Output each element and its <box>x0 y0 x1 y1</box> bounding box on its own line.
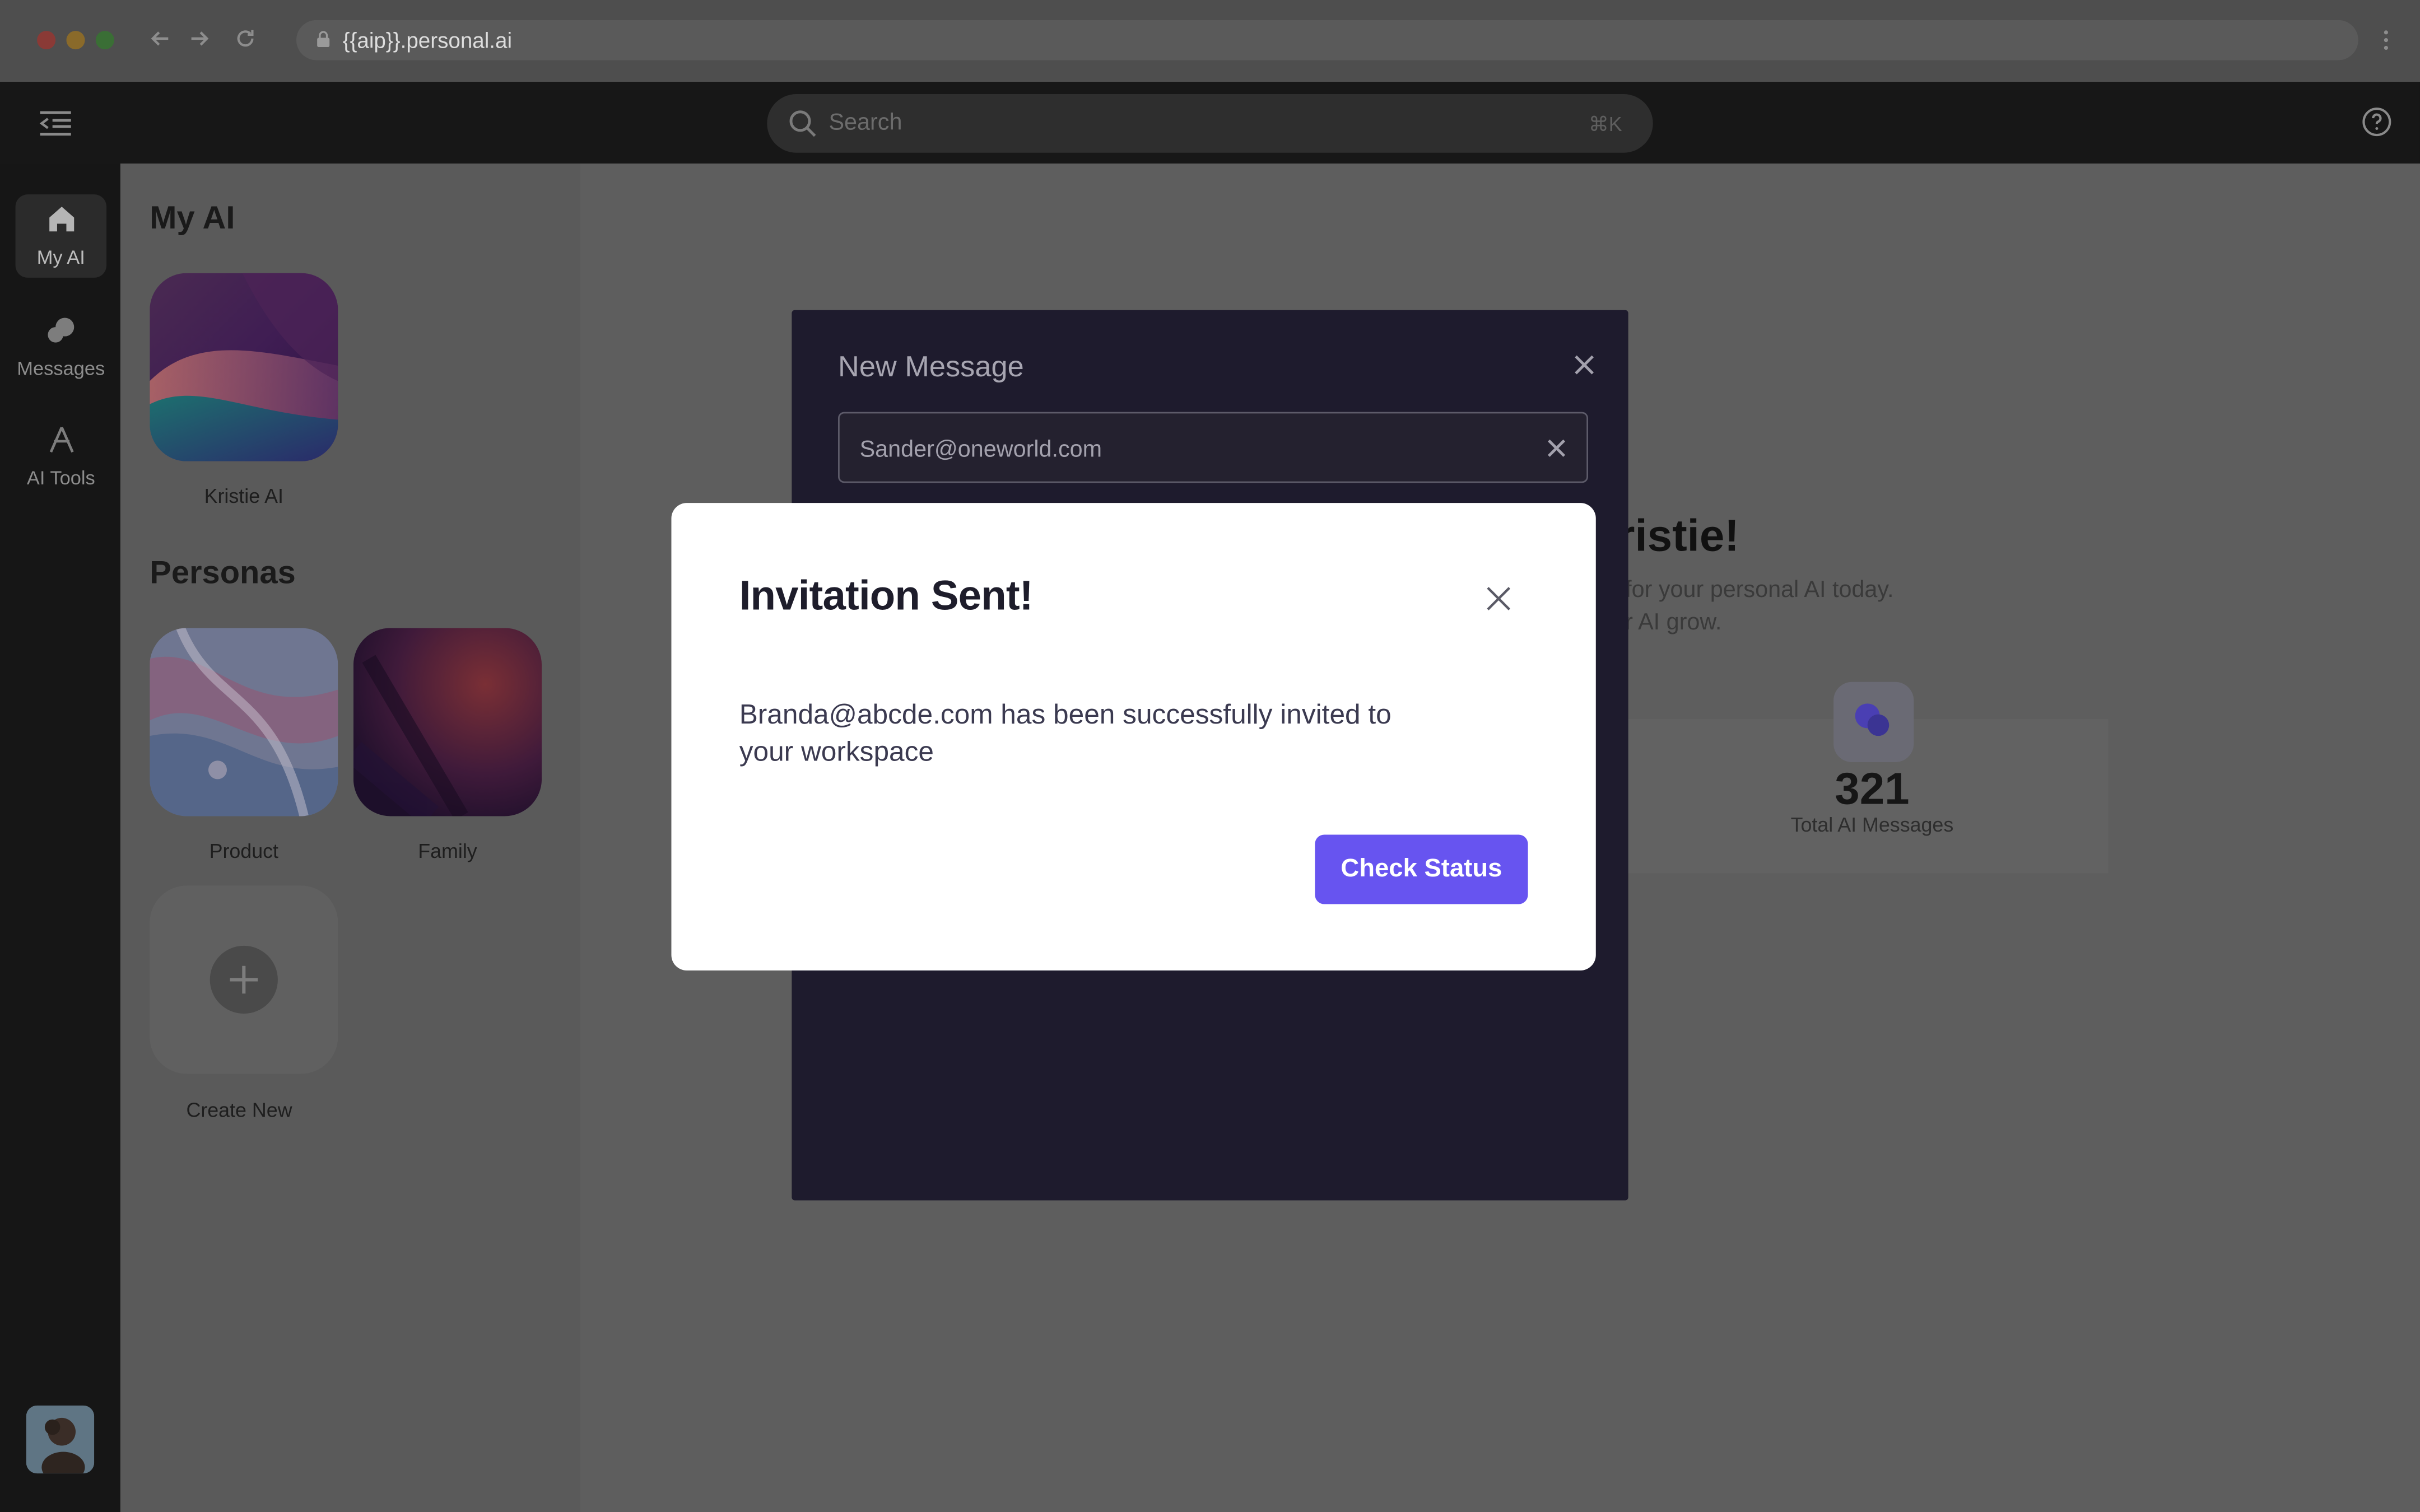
nav-ai-tools[interactable]: AI Tools <box>16 415 107 498</box>
plus-icon <box>210 945 278 1014</box>
user-avatar[interactable] <box>26 1405 95 1474</box>
persona-family-label[interactable]: Family <box>353 839 542 862</box>
browser-menu-icon[interactable] <box>2380 29 2392 51</box>
url-text: {{aip}}.personal.ai <box>342 27 513 53</box>
search-icon <box>789 110 816 137</box>
app-header: Search ⌘K <box>0 82 2420 164</box>
forward-arrow-icon[interactable] <box>187 26 211 51</box>
persona-product-label[interactable]: Product <box>150 839 338 862</box>
stat-icon-box <box>1833 682 1914 763</box>
persona-product-avatar[interactable] <box>150 628 338 816</box>
search-shortcut: ⌘K <box>1588 113 1622 136</box>
reload-icon[interactable] <box>233 26 258 51</box>
dialog-message: Branda@abcde.com has been successfully i… <box>739 699 1392 767</box>
nav-label: AI Tools <box>26 467 95 489</box>
messages-icon <box>48 318 75 343</box>
ai-tools-icon <box>49 427 74 453</box>
maximize-window-button[interactable] <box>95 31 114 50</box>
clear-icon[interactable] <box>1547 438 1567 458</box>
persona-family-avatar[interactable] <box>353 628 542 816</box>
app-window: {{aip}}.personal.ai Search ⌘K My AI Mess… <box>0 0 2420 1512</box>
search-placeholder: Search <box>829 109 902 136</box>
browser-toolbar: {{aip}}.personal.ai <box>0 0 2420 82</box>
messages-stat-icon <box>1855 703 1890 736</box>
new-message-title: New Message <box>838 352 1024 385</box>
check-status-button[interactable]: Check Status <box>1315 834 1528 904</box>
back-arrow-icon[interactable] <box>148 26 173 51</box>
collapse-sidebar-icon[interactable] <box>37 110 74 138</box>
close-window-button[interactable] <box>37 31 56 50</box>
my-ai-panel: My AI Kristie AI Personas Product Family… <box>120 164 580 1512</box>
home-icon <box>49 207 75 232</box>
address-bar[interactable]: {{aip}}.personal.ai <box>296 20 2358 60</box>
help-icon[interactable] <box>2361 106 2392 137</box>
personas-heading: Personas <box>150 555 296 591</box>
greeting-subtitle-2: r AI grow. <box>1625 609 1722 636</box>
stat-label: Total AI Messages <box>1790 813 1954 837</box>
nav-label: My AI <box>36 246 85 269</box>
invitation-sent-dialog: Invitation Sent! Branda@abcde.com has be… <box>671 503 1596 970</box>
nav-label: Messages <box>17 358 105 380</box>
stat-value: 321 <box>1835 765 1910 815</box>
nav-messages[interactable]: Messages <box>16 306 107 389</box>
kristie-ai-avatar[interactable] <box>150 273 338 461</box>
greeting-subtitle-1: for your personal AI today. <box>1625 577 1894 604</box>
nav-my-ai[interactable]: My AI <box>15 194 107 278</box>
recipient-value: Sander@oneworld.com <box>859 436 1102 463</box>
kristie-ai-label[interactable]: Kristie AI <box>150 484 338 507</box>
create-new-tile[interactable] <box>150 885 338 1074</box>
lock-icon <box>317 31 330 48</box>
left-nav-rail: My AI Messages AI Tools <box>0 164 120 1512</box>
my-ai-heading: My AI <box>150 200 235 236</box>
close-icon[interactable] <box>1572 353 1595 376</box>
search-input[interactable]: Search ⌘K <box>767 94 1653 153</box>
greeting-heading: ristie! <box>1617 512 1739 562</box>
recipient-field[interactable]: Sander@oneworld.com <box>838 412 1588 483</box>
create-new-label[interactable]: Create New <box>145 1099 333 1122</box>
close-icon[interactable] <box>1484 585 1513 613</box>
minimize-window-button[interactable] <box>66 31 85 50</box>
dialog-title: Invitation Sent! <box>739 572 1034 619</box>
